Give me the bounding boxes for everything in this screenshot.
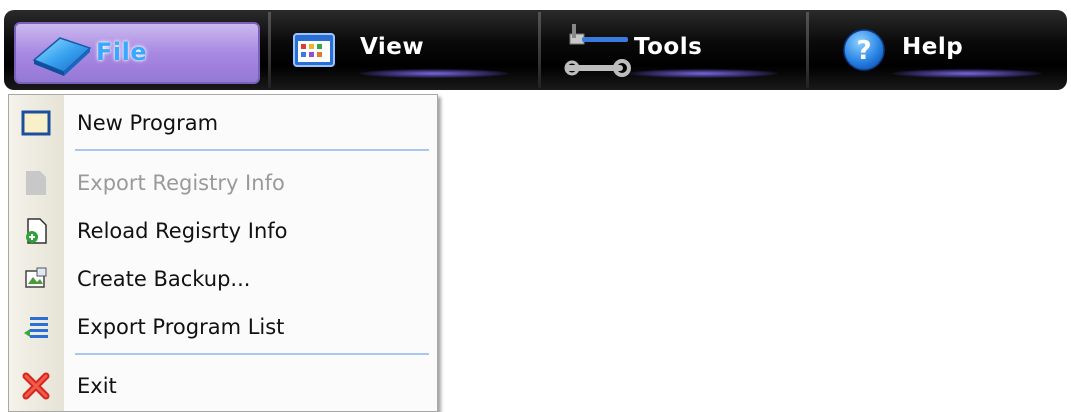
menu-item-exit[interactable]: Exit bbox=[9, 363, 437, 409]
menu-file[interactable]: File bbox=[14, 22, 260, 84]
menu-divider bbox=[806, 12, 809, 88]
menu-item-create-backup[interactable]: Create Backup... bbox=[9, 256, 437, 302]
menu-item-label: Export Program List bbox=[77, 315, 285, 339]
menu-divider bbox=[538, 12, 541, 88]
file-dropdown-menu: New Program Export Registry Info Reload … bbox=[8, 94, 438, 412]
menu-item-label: New Program bbox=[77, 111, 219, 135]
menu-item-label: Reload Regisrty Info bbox=[77, 219, 288, 243]
menu-view-label: View bbox=[360, 34, 425, 60]
menu-view-glow bbox=[359, 69, 509, 78]
menu-bar: File View Tools ? Help bbox=[0, 0, 1071, 93]
menu-tools[interactable]: Tools bbox=[542, 12, 804, 88]
file-folder-icon bbox=[30, 30, 94, 78]
backup-image-icon bbox=[21, 264, 51, 294]
menu-help-label: Help bbox=[902, 34, 964, 60]
menu-tools-glow bbox=[628, 69, 778, 78]
new-window-icon bbox=[21, 108, 51, 138]
menu-help[interactable]: ? Help bbox=[810, 12, 1064, 88]
menu-separator bbox=[75, 353, 429, 355]
menu-item-label: Create Backup... bbox=[77, 267, 251, 291]
reload-page-icon bbox=[21, 216, 51, 246]
menu-file-label: File bbox=[96, 38, 148, 66]
menu-help-glow bbox=[892, 69, 1042, 78]
help-question-icon: ? bbox=[842, 28, 886, 72]
menu-divider bbox=[268, 12, 271, 88]
menu-item-export-registry-info[interactable]: Export Registry Info bbox=[9, 160, 437, 206]
menu-tools-label: Tools bbox=[634, 34, 703, 60]
menu-item-label: Export Registry Info bbox=[77, 171, 285, 195]
menu-item-label: Exit bbox=[77, 374, 117, 398]
menu-item-reload-registry-info[interactable]: Reload Regisrty Info bbox=[9, 208, 437, 254]
menu-item-new-program[interactable]: New Program bbox=[9, 100, 437, 146]
svg-text:?: ? bbox=[856, 36, 871, 66]
view-window-icon bbox=[292, 32, 336, 68]
exit-x-icon bbox=[21, 371, 51, 401]
tools-hammer-wrench-icon bbox=[564, 20, 634, 80]
menu-view[interactable]: View bbox=[272, 12, 536, 88]
export-list-icon bbox=[21, 312, 51, 342]
menu-separator bbox=[75, 149, 429, 151]
export-registry-icon bbox=[21, 168, 51, 198]
menu-item-export-program-list[interactable]: Export Program List bbox=[9, 304, 437, 350]
